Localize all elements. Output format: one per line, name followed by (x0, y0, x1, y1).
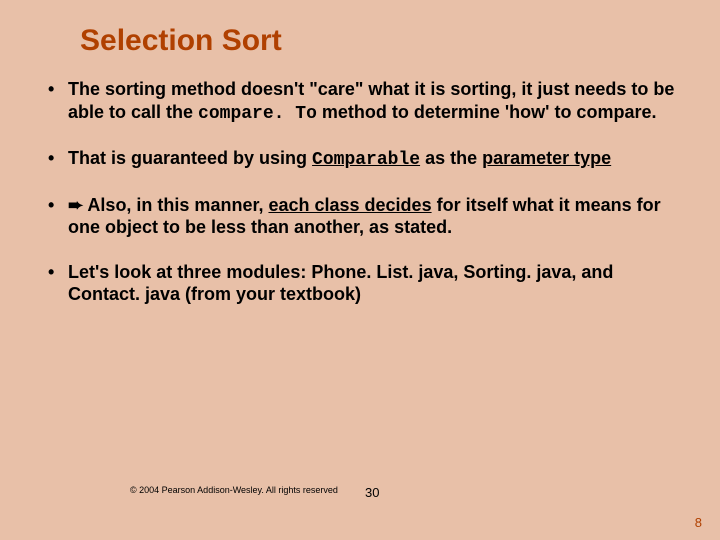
bullet-1-code: compare. To (198, 104, 317, 124)
bullet-2-text-b: as the (420, 148, 482, 168)
bullet-3-underline: each class decides (268, 195, 431, 215)
bullet-4: Let's look at three modules: Phone. List… (40, 261, 680, 306)
bullet-2-text-a: That is guaranteed by using (68, 148, 312, 168)
bullet-1: The sorting method doesn't "care" what i… (40, 78, 680, 125)
bullet-2-code: Comparable (312, 150, 420, 170)
footer: © 2004 Pearson Addison-Wesley. All right… (0, 480, 720, 498)
slide-number: 30 (365, 485, 379, 500)
slide-body: Selection Sort The sorting method doesn'… (0, 0, 720, 348)
bullet-4-text: Let's look at three modules: Phone. List… (68, 262, 613, 305)
bullet-list: The sorting method doesn't "care" what i… (40, 78, 680, 306)
slide-title: Selection Sort (80, 24, 680, 58)
bullet-3: ➨ Also, in this manner, each class decid… (40, 194, 680, 239)
bullet-3-text-a: Also, in this manner, (83, 195, 268, 215)
arrow-icon: ➨ (68, 195, 83, 215)
bullet-2: That is guaranteed by using Comparable a… (40, 147, 680, 172)
bullet-1-text-b: method to determine 'how' to compare. (317, 102, 657, 122)
page-number: 8 (695, 515, 702, 530)
bullet-2-underline: parameter type (482, 148, 611, 168)
copyright-text: © 2004 Pearson Addison-Wesley. All right… (130, 485, 338, 495)
